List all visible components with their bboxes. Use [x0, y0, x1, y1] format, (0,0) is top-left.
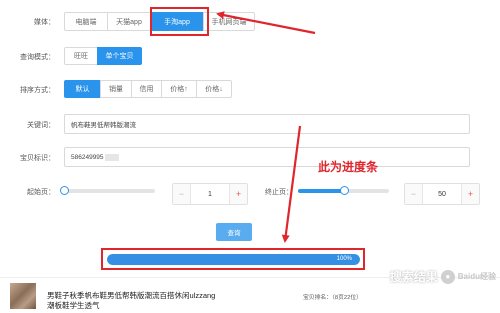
media-option-pc[interactable]: 电脑端 [64, 12, 108, 31]
sort-price-asc[interactable]: 价格↑ [161, 80, 197, 98]
end-page-slider[interactable] [298, 186, 389, 195]
sort-sales[interactable]: 销量 [100, 80, 132, 98]
start-page-slider[interactable] [60, 186, 155, 195]
query-mode-single-item[interactable]: 单个宝贝 [97, 47, 142, 65]
end-page-label: 终止页： [265, 189, 293, 196]
arrow-to-progress [281, 125, 302, 243]
baidu-paw-icon: ● [440, 269, 455, 284]
sort-default[interactable]: 默认 [64, 80, 101, 98]
redacted-blur [104, 153, 119, 161]
start-page-minus-button[interactable]: − [173, 184, 190, 204]
start-page-stepper: − 1 + [172, 183, 248, 205]
sort-credit[interactable]: 信用 [131, 80, 162, 98]
sort-selector: 默认 销量 信用 价格↑ 价格↓ [64, 80, 232, 98]
keyword-input[interactable]: 帆布鞋男低帮韩版潮流 [64, 114, 470, 134]
baidu-watermark: 搜索结果 ● Baidu经验 [390, 268, 496, 285]
result-rank: 宝贝排名：（8页22位） [303, 295, 362, 301]
watermark-overlay-text: 搜索结果 [389, 270, 438, 284]
end-page-slider-fill [298, 189, 344, 193]
watermark-text: Baidu经验 [457, 272, 496, 281]
start-page-label: 起始页： [27, 189, 55, 196]
annotation-text: 此为进度条 [318, 160, 379, 174]
start-page-slider-handle[interactable] [60, 186, 69, 195]
query-button[interactable]: 查询 [216, 223, 252, 241]
result-title-line2[interactable]: 潮板鞋学生透气 [47, 300, 100, 311]
end-page-value[interactable]: 50 [422, 184, 462, 204]
item-id-value: 586249995 [71, 153, 104, 161]
start-page-value[interactable]: 1 [190, 184, 230, 204]
item-id-input[interactable]: 586249995 [64, 147, 470, 167]
query-mode-selector: 旺旺 单个宝贝 [64, 47, 142, 65]
keyword-value: 帆布鞋男低帮韩版潮流 [71, 122, 136, 129]
end-page-minus-button[interactable]: − [405, 184, 422, 204]
query-mode-wangwang[interactable]: 旺旺 [64, 47, 98, 65]
end-page-slider-handle[interactable] [339, 186, 349, 195]
item-id-label: 宝贝标识： [20, 155, 55, 162]
query-mode-label: 查询模式： [20, 54, 55, 61]
end-page-stepper: − 50 + [404, 183, 480, 205]
highlight-box-taobao-app [150, 7, 209, 36]
sort-label: 排序方式： [20, 87, 55, 94]
product-thumbnail[interactable] [10, 283, 36, 309]
media-option-tmall-app[interactable]: 天猫app [107, 12, 151, 31]
highlight-box-progress [101, 248, 365, 270]
sort-price-desc[interactable]: 价格↓ [196, 80, 232, 98]
media-label: 媒体： [34, 19, 55, 26]
keyword-label: 关键词： [27, 122, 55, 129]
end-page-plus-button[interactable]: + [462, 184, 479, 204]
media-option-mobile-web[interactable]: 手机网页端 [203, 12, 255, 31]
